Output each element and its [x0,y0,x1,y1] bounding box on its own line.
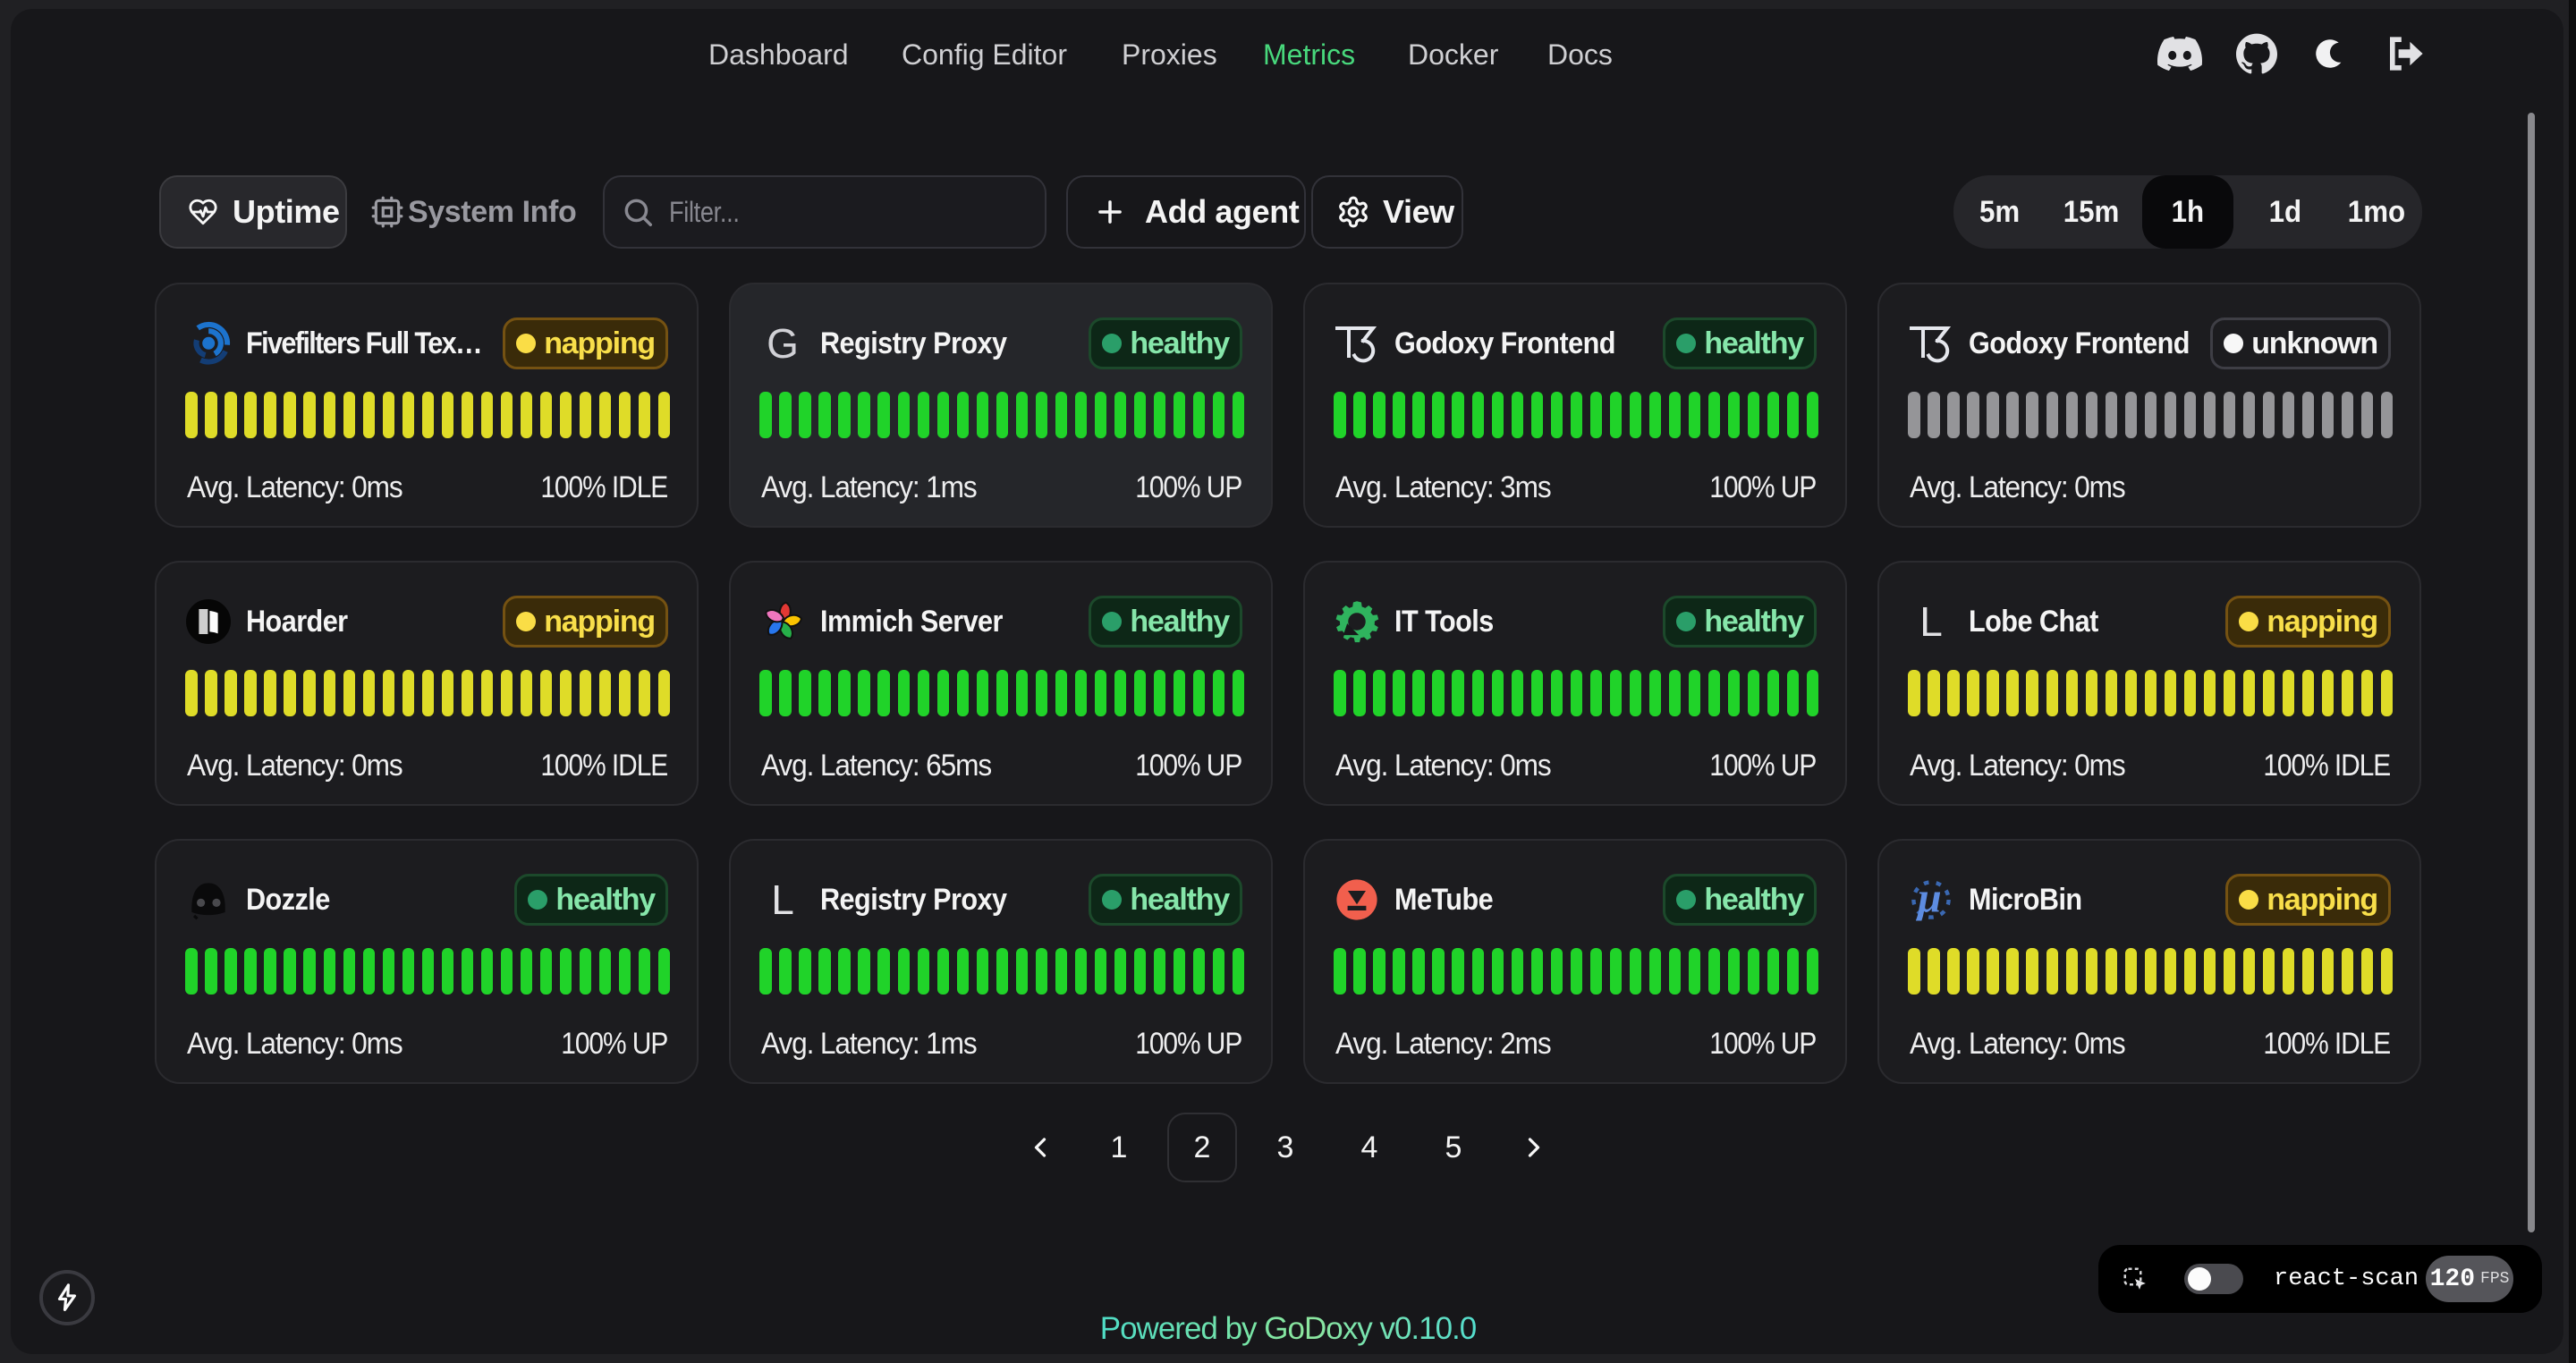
svg-text:μ: μ [1915,876,1942,922]
